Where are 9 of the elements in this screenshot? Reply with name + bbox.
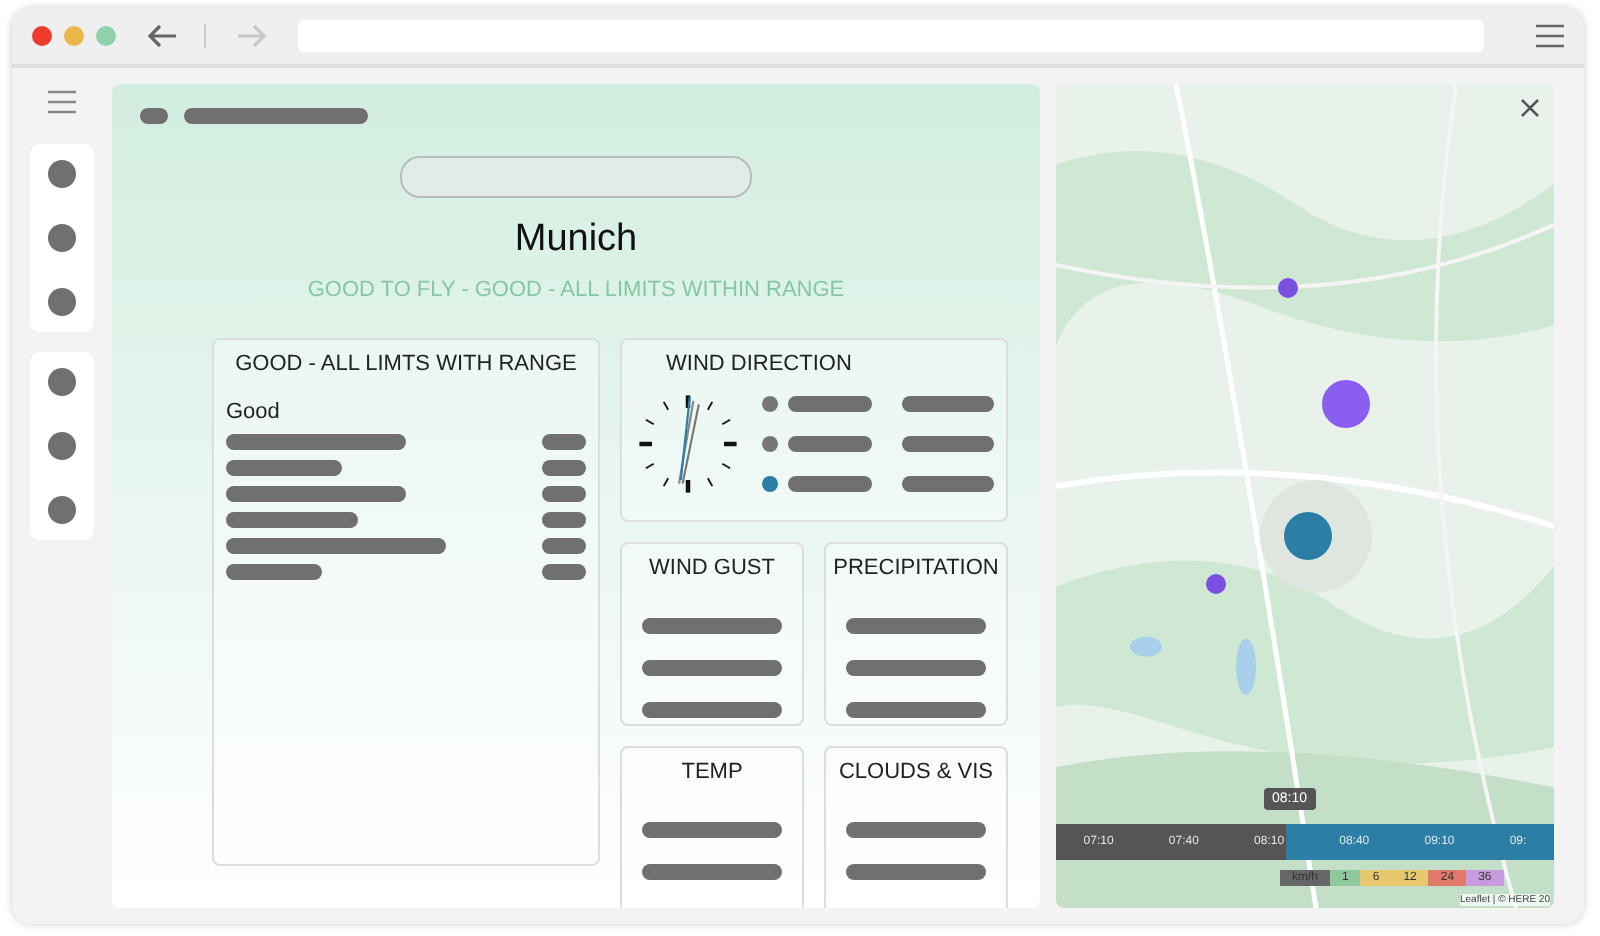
flight-status: GOOD TO FLY - GOOD - ALL LIMITS WITHIN RANGE	[307, 278, 845, 302]
card-title: PRECIPITATION	[833, 554, 999, 580]
card-title: WIND GUST	[649, 554, 775, 580]
card-title: CLOUDS & VIS	[838, 758, 994, 784]
card-title: TEMP	[681, 758, 743, 784]
location-title: Munich	[514, 218, 638, 262]
limits-label: Good	[226, 400, 282, 424]
card-title: GOOD - ALL LIMTS WITH RANGE	[233, 350, 579, 376]
card-title: WIND DIRECTION	[664, 350, 854, 376]
